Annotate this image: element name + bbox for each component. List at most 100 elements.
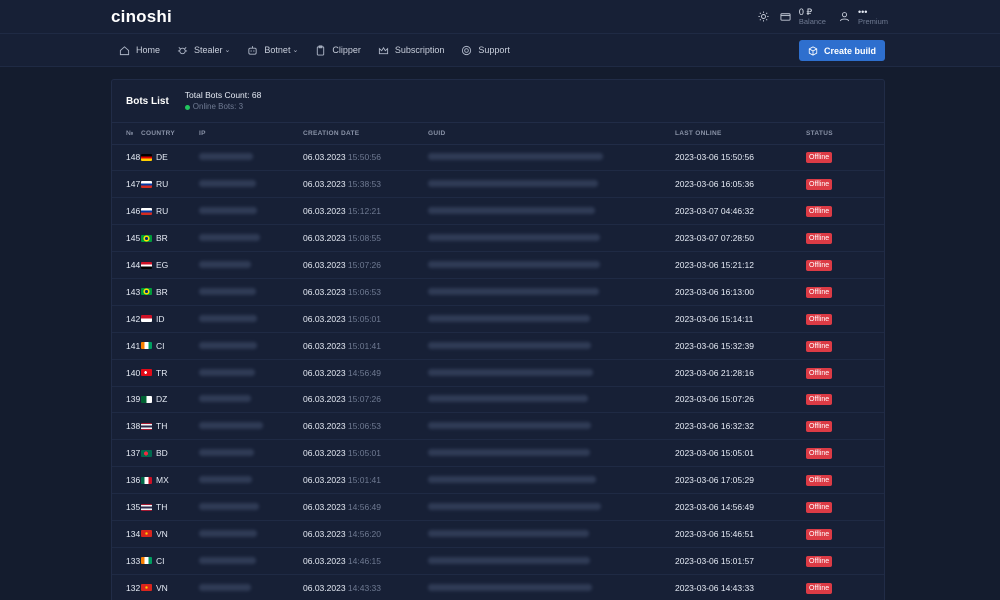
country-flag-icon <box>141 530 152 538</box>
status-cell: Offline <box>806 305 884 333</box>
app-logo[interactable]: cinoshi <box>111 7 172 27</box>
header-number[interactable]: № <box>112 123 141 145</box>
last-online: 2023-03-06 14:43:33 <box>675 574 806 600</box>
table-row[interactable]: 144 EG 06.03.2023 15:07:26 2023-03-06 15:21… <box>112 251 884 279</box>
ip-cell <box>199 170 303 199</box>
country-flag-icon <box>141 395 152 403</box>
ip-cell <box>199 305 303 333</box>
creation-date: 06.03.2023 <box>303 502 346 513</box>
last-online: 2023-03-06 16:13:00 <box>675 278 806 306</box>
country-code: CI <box>156 340 165 351</box>
redacted-guid <box>428 180 598 188</box>
bot-number: 139 <box>112 386 141 414</box>
ip-cell <box>199 251 303 279</box>
creation-date-cell: 06.03.2023 15:06:53 <box>303 412 428 441</box>
bot-number: 135 <box>112 493 141 521</box>
user-display[interactable]: ••• Premium <box>858 7 888 27</box>
bot-number: 132 <box>112 574 141 600</box>
creation-time: 15:07:26 <box>347 260 382 270</box>
table-row[interactable]: 135 TH 06.03.2023 14:56:49 2023-03-06 14:56… <box>112 493 884 521</box>
creation-time: 15:05:01 <box>347 313 382 324</box>
ip-cell <box>199 574 303 600</box>
guid-cell <box>428 466 675 495</box>
redacted-ip <box>199 287 256 295</box>
bot-number: 133 <box>112 547 141 575</box>
country-cell: CI <box>141 332 199 360</box>
status-cell: Offline <box>806 520 884 548</box>
nav-botnet[interactable]: Botnet ⌄ <box>247 45 298 56</box>
table-row[interactable]: 137 BD 06.03.2023 15:05:01 2023-03-06 15:05… <box>112 439 884 468</box>
country-cell: BR <box>141 278 199 306</box>
creation-date: 06.03.2023 <box>303 179 346 190</box>
creation-time: 15:50:56 <box>347 152 382 163</box>
nav-support[interactable]: Support <box>461 45 510 56</box>
redacted-guid <box>428 583 592 591</box>
table-row[interactable]: 148 DE 06.03.2023 15:50:56 2023-03-06 15:50… <box>112 144 884 172</box>
creation-date: 06.03.2023 <box>303 233 346 244</box>
bots-list-card: Bots List Total Bots Count: 68 Online Bo… <box>111 79 885 600</box>
user-icon[interactable] <box>838 10 852 24</box>
table-row[interactable]: 146 RU 06.03.2023 15:12:21 2023-03-07 04:46… <box>112 197 884 226</box>
sun-icon[interactable] <box>757 10 771 24</box>
country-code: DE <box>156 152 168 163</box>
status-cell: Offline <box>806 466 884 495</box>
bots-table: № COUNTRY IP CREATION DATE GUID LAST ONL… <box>112 123 884 600</box>
country-flag-icon <box>141 342 152 350</box>
table-row[interactable]: 139 DZ 06.03.2023 15:07:26 2023-03-06 15:07… <box>112 386 884 414</box>
bot-number: 138 <box>112 412 141 441</box>
table-row[interactable]: 142 ID 06.03.2023 15:05:01 2023-03-06 15:14… <box>112 305 884 333</box>
last-online: 2023-03-07 04:46:32 <box>675 197 806 226</box>
nav-stealer[interactable]: Stealer ⌄ <box>177 45 230 56</box>
ip-cell <box>199 386 303 414</box>
redacted-ip <box>199 395 251 403</box>
table-row[interactable]: 136 MX 06.03.2023 15:01:41 2023-03-06 17:05… <box>112 466 884 495</box>
country-code: BR <box>156 233 168 244</box>
creation-date: 06.03.2023 <box>303 582 346 593</box>
ip-cell <box>199 493 303 521</box>
status-cell: Offline <box>806 493 884 521</box>
redacted-guid <box>428 261 600 268</box>
table-row[interactable]: 132 VN 06.03.2023 14:43:33 2023-03-06 14:43… <box>112 574 884 600</box>
last-online: 2023-03-06 14:56:49 <box>675 493 806 521</box>
nav-home[interactable]: Home <box>119 45 160 56</box>
guid-cell <box>428 278 675 306</box>
table-row[interactable]: 133 CI 06.03.2023 14:46:15 2023-03-06 15:01… <box>112 547 884 575</box>
creation-date-cell: 06.03.2023 15:06:53 <box>303 278 428 306</box>
balance-label: Balance <box>798 16 826 26</box>
creation-time: 14:46:15 <box>347 555 382 566</box>
table-row[interactable]: 140 TR 06.03.2023 14:56:49 2023-03-06 21:28… <box>112 359 884 387</box>
status-badge: Offline <box>806 502 833 514</box>
country-cell: BR <box>141 224 199 253</box>
header-status[interactable]: STATUS <box>806 123 884 145</box>
nav-subscription[interactable]: Subscription <box>378 45 444 56</box>
header-creation-date[interactable]: CREATION DATE <box>303 123 428 145</box>
status-badge: Offline <box>806 448 833 460</box>
status-badge: Offline <box>806 394 833 406</box>
home-icon <box>119 45 130 55</box>
header-country[interactable]: COUNTRY <box>141 123 199 145</box>
status-cell: Offline <box>806 386 884 414</box>
creation-time: 14:56:49 <box>347 367 382 378</box>
guid-cell <box>428 332 675 360</box>
header-ip[interactable]: IP <box>199 123 303 145</box>
table-row[interactable]: 141 CI 06.03.2023 15:01:41 2023-03-06 15:32… <box>112 332 884 360</box>
table-row[interactable]: 147 RU 06.03.2023 15:38:53 2023-03-06 16:05… <box>112 170 884 199</box>
nav-clipper[interactable]: Clipper <box>315 44 361 56</box>
last-online: 2023-03-06 15:21:12 <box>675 251 806 279</box>
guid-cell <box>428 386 675 414</box>
creation-date: 06.03.2023 <box>303 528 346 539</box>
create-build-button[interactable]: Create build <box>799 40 885 61</box>
table-row[interactable]: 134 VN 06.03.2023 14:56:20 2023-03-06 15:46… <box>112 520 884 548</box>
country-cell: ID <box>141 305 199 333</box>
guid-cell <box>428 359 675 387</box>
header-last-online[interactable]: LAST ONLINE <box>675 123 806 145</box>
table-row[interactable]: 138 TH 06.03.2023 15:06:53 2023-03-06 16:32… <box>112 412 884 441</box>
wallet-icon[interactable] <box>779 10 793 24</box>
table-row[interactable]: 145 BR 06.03.2023 15:08:55 2023-03-07 07:28… <box>112 224 884 253</box>
country-code: TH <box>156 502 168 513</box>
status-cell: Offline <box>806 332 884 360</box>
country-cell: MX <box>141 466 199 495</box>
header-guid[interactable]: GUID <box>428 123 675 145</box>
table-row[interactable]: 143 BR 06.03.2023 15:06:53 2023-03-06 16:13… <box>112 278 884 306</box>
country-code: RU <box>156 206 169 217</box>
